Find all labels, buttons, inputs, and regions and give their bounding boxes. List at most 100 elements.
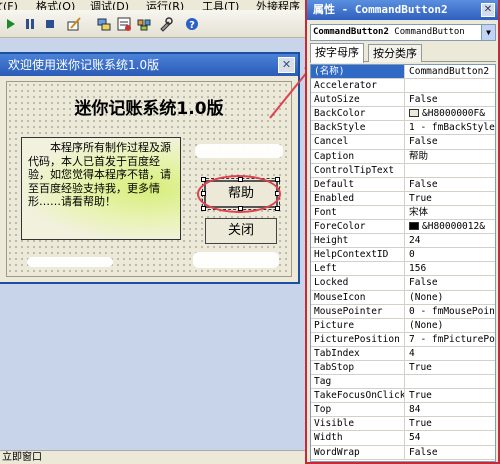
property-value[interactable] [406, 164, 495, 177]
property-value[interactable]: 0 [406, 248, 495, 261]
property-value[interactable]: False [406, 135, 495, 148]
property-value[interactable]: True [406, 417, 495, 430]
property-value[interactable]: 24 [406, 234, 495, 247]
property-value-text: 宋体 [409, 206, 429, 218]
property-name: BackStyle [311, 121, 405, 135]
property-value[interactable]: True [406, 361, 495, 374]
status-bar: 立即窗口 [0, 450, 305, 464]
object-browser-icon[interactable] [136, 16, 152, 32]
menu-file[interactable]: 文(F) [0, 0, 18, 10]
property-name: Font [311, 205, 405, 220]
property-row[interactable]: (名称) CommandButton2 [311, 65, 495, 80]
property-row[interactable]: AutoSize False [311, 93, 495, 108]
property-value[interactable]: False [406, 276, 495, 289]
property-row[interactable]: Visible True [311, 417, 495, 432]
description-label[interactable]: 本程序所有制作过程及源代码，本人已首发于百度经验，如您觉得本程序不错，请至百度经… [21, 137, 181, 240]
property-value[interactable]: (None) [406, 319, 495, 332]
property-name: MousePointer [311, 304, 405, 318]
property-name: Locked [311, 276, 405, 290]
property-name: AutoSize [311, 93, 405, 107]
menu-run[interactable]: 运行(R) [146, 0, 184, 10]
menu-format[interactable]: 格式(O) [36, 0, 75, 10]
property-row[interactable]: BackStyle 1 - fmBackStyleO [311, 121, 495, 136]
close-icon[interactable]: ✕ [481, 3, 495, 17]
property-value[interactable] [406, 79, 495, 92]
property-row[interactable]: Tag [311, 375, 495, 390]
property-row[interactable]: Left 156 [311, 262, 495, 277]
property-row[interactable]: WordWrap False [311, 445, 495, 460]
tab-alphabetic[interactable]: 按字母序 [310, 43, 364, 63]
property-value[interactable]: CommandButton2 [406, 65, 495, 78]
properties-icon[interactable] [116, 16, 132, 32]
userform-window[interactable]: 欢迎使用迷你记账系统1.0版 ✕ 迷你记账系统1.0版 本程序所有制作过程及源代… [0, 52, 300, 284]
close-button[interactable]: 关闭 [205, 218, 277, 244]
property-value[interactable]: &H80000012& [406, 220, 495, 233]
property-row[interactable]: Width 54 [311, 431, 495, 446]
userform-body[interactable]: 迷你记账系统1.0版 本程序所有制作过程及源代码，本人已首发于百度经验，如您觉得… [6, 81, 292, 277]
property-row[interactable]: BackColor &H8000000F& [311, 107, 495, 122]
property-row[interactable]: Picture (None) [311, 318, 495, 333]
property-row[interactable]: ControlTipText [311, 163, 495, 178]
property-value-text: CommandButton2 [409, 66, 490, 77]
menu-debug[interactable]: 调试(D) [90, 0, 129, 10]
resize-handle[interactable] [275, 206, 280, 211]
property-value[interactable]: 7 - fmPicturePos [406, 333, 495, 346]
property-row[interactable]: Locked False [311, 276, 495, 291]
property-value[interactable]: False [406, 178, 495, 191]
property-row[interactable]: Font 宋体 [311, 205, 495, 221]
property-row[interactable]: TabIndex 4 [311, 346, 495, 361]
property-row[interactable]: HelpContextID 0 [311, 248, 495, 263]
property-value[interactable]: 156 [406, 262, 495, 275]
property-row[interactable]: MousePointer 0 - fmMousePoint [311, 304, 495, 319]
toolbar: ? [0, 10, 305, 38]
property-value[interactable]: &H8000000F& [406, 107, 495, 120]
property-row[interactable]: Default False [311, 177, 495, 192]
property-value-text: False [409, 136, 438, 148]
resize-handle[interactable] [201, 206, 206, 211]
stop-icon[interactable] [42, 16, 58, 32]
property-value[interactable]: 宋体 [406, 206, 495, 219]
property-value[interactable]: 1 - fmBackStyleO [406, 121, 495, 134]
toolbox-icon[interactable] [158, 16, 174, 32]
property-row[interactable]: Cancel False [311, 135, 495, 150]
property-value[interactable]: 84 [406, 403, 495, 416]
property-value[interactable]: False [406, 446, 495, 459]
property-name: HelpContextID [311, 248, 405, 262]
property-value[interactable]: (None) [406, 291, 495, 304]
pause-icon[interactable] [22, 16, 38, 32]
tab-categorized[interactable]: 按分类序 [368, 44, 422, 62]
property-row[interactable]: Top 84 [311, 403, 495, 418]
property-row[interactable]: Enabled True [311, 191, 495, 206]
property-value[interactable] [406, 375, 495, 388]
property-value[interactable]: 帮助 [406, 150, 495, 163]
property-value-text: &H80000012& [422, 221, 485, 233]
property-name: ControlTipText [311, 163, 405, 177]
property-value[interactable]: True [406, 389, 495, 402]
property-row[interactable]: PicturePosition 7 - fmPicturePos [311, 332, 495, 347]
property-row[interactable]: TabStop True [311, 360, 495, 376]
property-row[interactable]: ForeColor &H80000012& [311, 220, 495, 235]
properties-title: 属性 - CommandButton2 [307, 0, 498, 20]
resize-handle[interactable] [275, 177, 280, 182]
help-icon[interactable]: ? [184, 16, 200, 32]
property-value[interactable]: True [406, 192, 495, 205]
object-selector[interactable]: CommandButton2 CommandButton ▼ [310, 24, 496, 41]
design-mode-icon[interactable] [66, 16, 82, 32]
property-row[interactable]: Caption 帮助 [311, 149, 495, 164]
property-row[interactable]: TakeFocusOnClick True [311, 389, 495, 404]
menu-tools[interactable]: 工具(T) [202, 0, 239, 10]
property-row[interactable]: Accelerator [311, 79, 495, 94]
property-value[interactable]: 0 - fmMousePoint [406, 305, 495, 318]
property-row[interactable]: MouseIcon (None) [311, 290, 495, 305]
property-name: TakeFocusOnClick [311, 389, 405, 403]
menu-addins[interactable]: 外接程序 [256, 0, 300, 10]
chevron-down-icon[interactable]: ▼ [481, 25, 495, 40]
form-heading-label[interactable]: 迷你记账系统1.0版 [7, 94, 291, 119]
property-value[interactable]: False [406, 93, 495, 106]
property-value[interactable]: 4 [406, 347, 495, 360]
property-row[interactable]: Height 24 [311, 234, 495, 249]
run-icon[interactable] [2, 16, 18, 32]
project-explorer-icon[interactable] [96, 16, 112, 32]
property-value[interactable]: 54 [406, 431, 495, 444]
property-value-text: True [409, 390, 432, 402]
